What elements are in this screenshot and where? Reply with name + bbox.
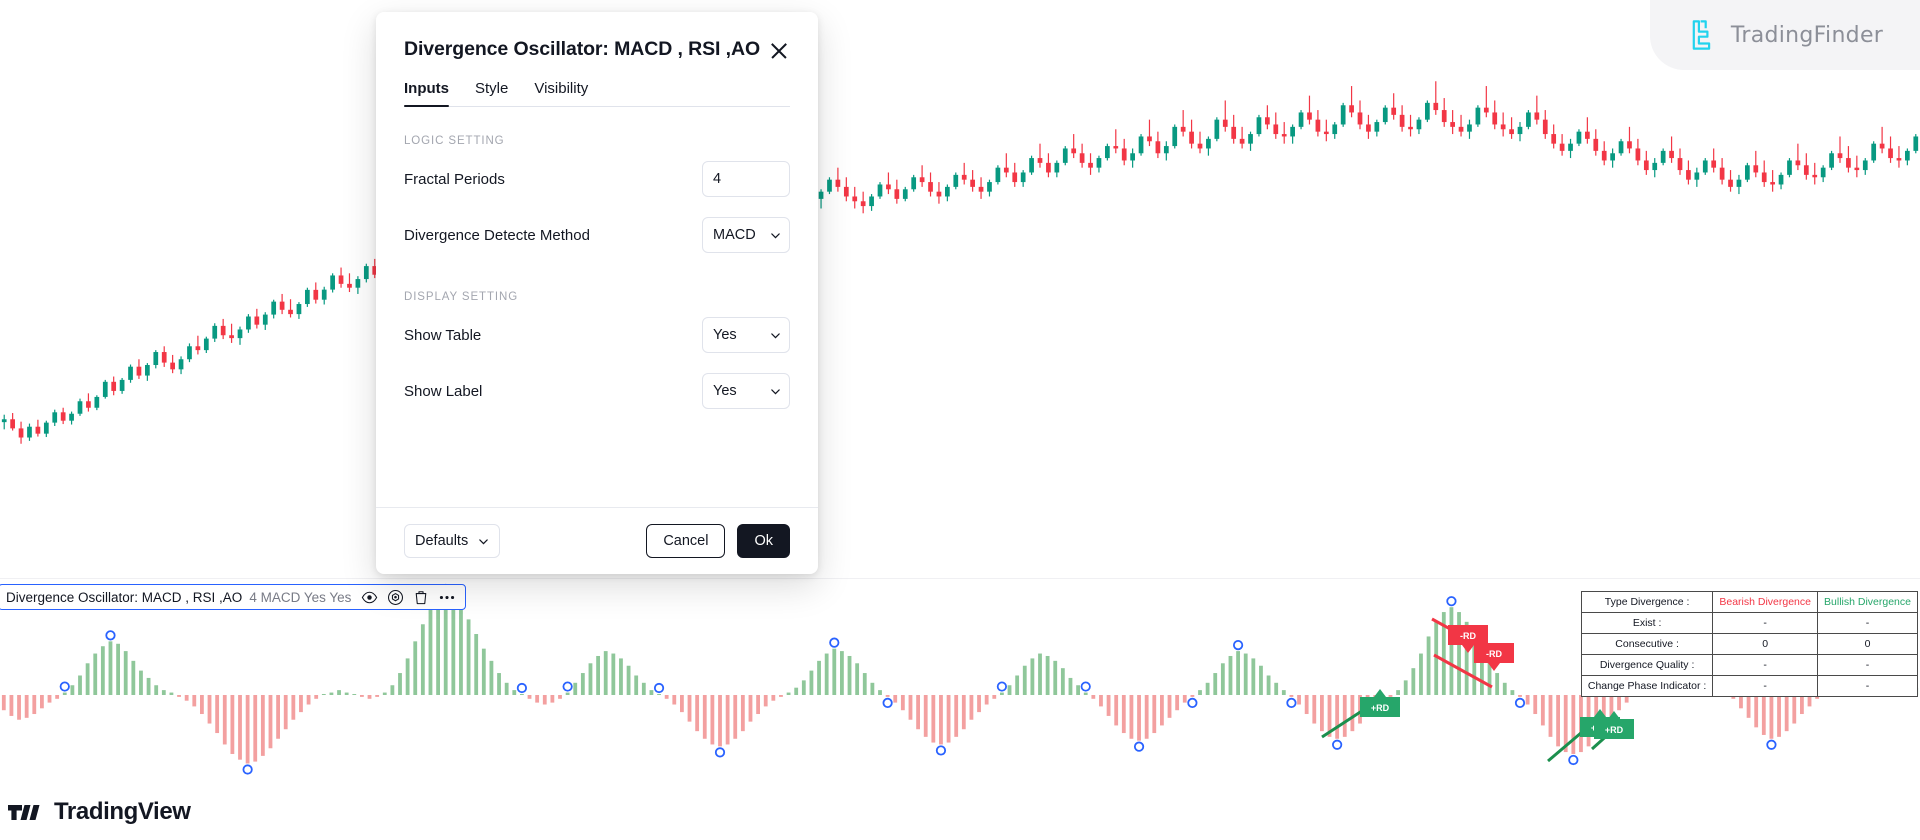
indicator-legend-icons [361, 589, 456, 606]
field-label-show-label: Show Label [404, 383, 702, 400]
delete-icon[interactable] [413, 589, 429, 606]
price-chart-pane[interactable] [0, 0, 1920, 578]
tradingfinder-label: TradingFinder [1731, 23, 1883, 48]
dialog-actions: Cancel Ok [646, 524, 790, 558]
tradingview-watermark: TradingView [8, 798, 191, 826]
ok-button[interactable]: Ok [737, 524, 790, 558]
chevron-down-icon [770, 386, 781, 397]
fractal-periods-input[interactable]: 4 [702, 161, 790, 197]
dialog-title: Divergence Oscillator: MACD , RSI ,AO [404, 38, 760, 61]
cell-bullish-header: Bullish Divergence [1818, 592, 1918, 613]
svg-text:-RD: -RD [1460, 631, 1476, 641]
candlestick-chart [0, 0, 1920, 578]
cancel-button[interactable]: Cancel [646, 524, 725, 558]
show-table-select[interactable]: Yes [702, 317, 790, 353]
chevron-down-icon [770, 230, 781, 241]
defaults-label: Defaults [415, 533, 468, 549]
cell-bearish-header: Bearish Divergence [1713, 592, 1818, 613]
row-label-divergence-quality: Divergence Quality : [1581, 655, 1713, 676]
show-label-select[interactable]: Yes [702, 373, 790, 409]
close-icon[interactable] [768, 40, 790, 62]
indicator-legend-title: Divergence Oscillator: MACD , RSI ,AO [6, 590, 242, 605]
dialog-header: Divergence Oscillator: MACD , RSI ,AO [376, 12, 818, 62]
cell-consecutive-bearish: 0 [1713, 634, 1818, 655]
field-label-divergence-method: Divergence Detecte Method [404, 227, 702, 244]
row-label-type-divergence: Type Divergence : [1581, 592, 1713, 613]
table-row: Exist : - - [1581, 613, 1917, 634]
tradingfinder-logo-icon [1687, 18, 1721, 52]
section-label-logic: LOGIC SETTING [404, 135, 790, 147]
field-show-label: Show Label Yes [404, 363, 790, 419]
field-show-table: Show Table Yes [404, 307, 790, 363]
tab-inputs[interactable]: Inputs [404, 80, 449, 106]
fractal-periods-value: 4 [713, 171, 721, 187]
show-label-value: Yes [713, 383, 737, 399]
table-row: Divergence Quality : - - [1581, 655, 1917, 676]
divergence-method-select[interactable]: MACD [702, 217, 790, 253]
field-fractal-periods: Fractal Periods 4 [404, 151, 790, 207]
show-table-value: Yes [713, 327, 737, 343]
tradingview-logo-icon [8, 801, 44, 823]
tradingview-label: TradingView [54, 798, 191, 826]
section-label-display: DISPLAY SETTING [404, 291, 790, 303]
cell-quality-bearish: - [1713, 655, 1818, 676]
table-row: Type Divergence : Bearish Divergence Bul… [1581, 592, 1917, 613]
divergence-table-body: Type Divergence : Bearish Divergence Bul… [1581, 592, 1917, 697]
divergence-method-value: MACD [713, 227, 756, 243]
svg-text:-RD: -RD [1486, 649, 1502, 659]
cell-consecutive-bullish: 0 [1818, 634, 1918, 655]
eye-icon[interactable] [361, 589, 378, 606]
field-divergence-method: Divergence Detecte Method MACD [404, 207, 790, 263]
svg-text:+RD: +RD [1371, 703, 1390, 713]
cell-exist-bullish: - [1818, 613, 1918, 634]
indicator-legend[interactable]: Divergence Oscillator: MACD , RSI ,AO 4 … [0, 584, 466, 610]
dialog-body: LOGIC SETTING Fractal Periods 4 Divergen… [376, 107, 818, 507]
chevron-down-icon [770, 330, 781, 341]
row-label-exist: Exist : [1581, 613, 1713, 634]
table-row: Consecutive : 0 0 [1581, 634, 1917, 655]
cell-quality-bullish: - [1818, 655, 1918, 676]
settings-icon[interactable] [387, 589, 404, 606]
more-icon[interactable] [438, 589, 456, 606]
dialog-footer: Defaults Cancel Ok [376, 507, 818, 574]
table-row: Change Phase Indicator : - - [1581, 676, 1917, 697]
row-label-consecutive: Consecutive : [1581, 634, 1713, 655]
tab-visibility[interactable]: Visibility [534, 80, 588, 106]
row-label-change-phase-indicator: Change Phase Indicator : [1581, 676, 1713, 697]
cell-phase-bearish: - [1713, 676, 1818, 697]
dialog-tabs[interactable]: Inputs Style Visibility [404, 80, 790, 107]
field-label-show-table: Show Table [404, 327, 702, 344]
cell-phase-bullish: - [1818, 676, 1918, 697]
indicator-legend-params: 4 MACD Yes Yes [249, 590, 351, 605]
divergence-status-table: Type Divergence : Bearish Divergence Bul… [1581, 591, 1918, 697]
cell-exist-bearish: - [1713, 613, 1818, 634]
indicator-settings-dialog[interactable]: Divergence Oscillator: MACD , RSI ,AO In… [376, 12, 818, 574]
tab-style[interactable]: Style [475, 80, 508, 106]
field-label-fractal-periods: Fractal Periods [404, 171, 702, 188]
svg-text:+RD: +RD [1605, 725, 1624, 735]
chevron-down-icon [478, 536, 489, 547]
tradingfinder-watermark: TradingFinder [1650, 0, 1920, 70]
defaults-dropdown[interactable]: Defaults [404, 524, 500, 558]
